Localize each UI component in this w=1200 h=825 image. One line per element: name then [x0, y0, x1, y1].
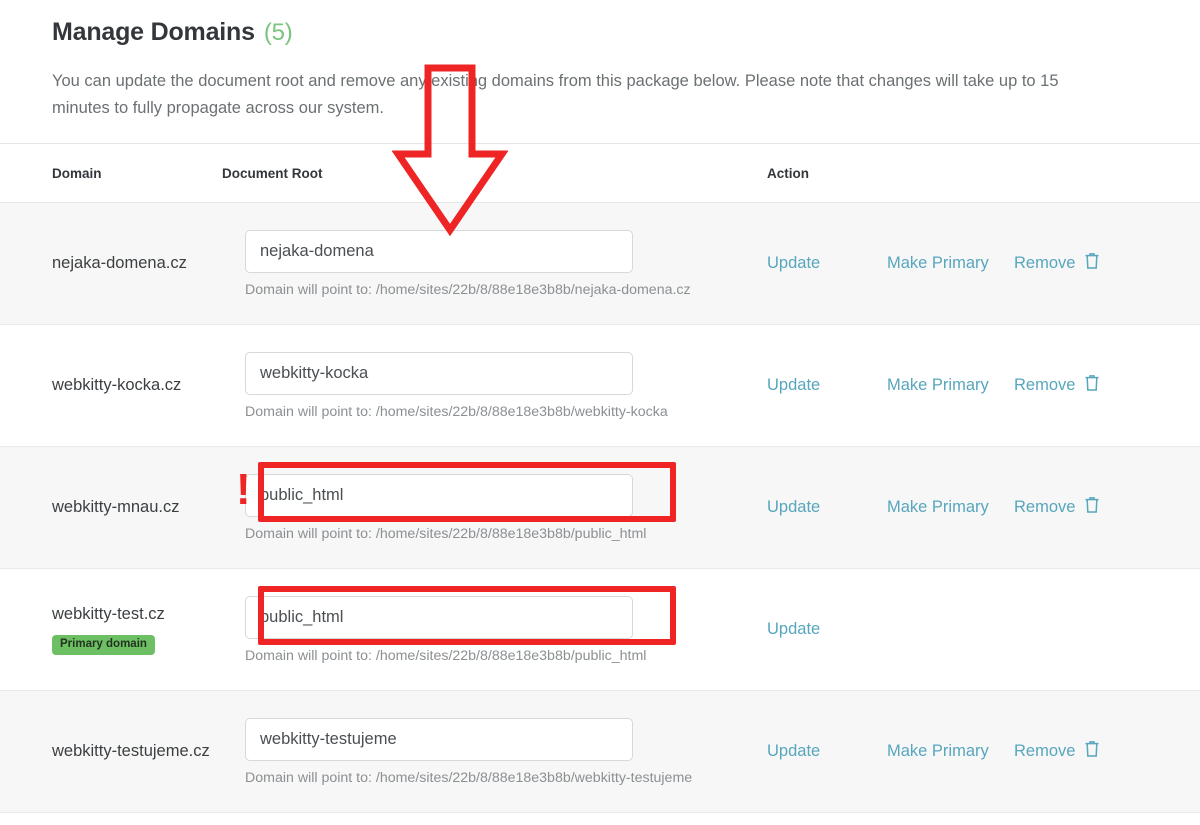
document-root-hint: Domain will point to: /home/sites/22b/8/… — [245, 769, 693, 786]
action-cell: Update Make Primary Remove — [767, 496, 1148, 519]
intro-text: You can update the document root and rem… — [52, 72, 1059, 117]
document-root-input[interactable] — [245, 473, 633, 517]
domain-cell: webkitty-kocka.cz — [0, 376, 222, 395]
make-primary-link[interactable]: Make Primary — [887, 254, 1014, 273]
document-root-hint: Domain will point to: /home/sites/22b/8/… — [245, 647, 647, 664]
remove-link-label: Remove — [1014, 254, 1076, 273]
domain-count: (5) — [263, 19, 293, 46]
domain-name: webkitty-mnau.cz — [52, 498, 180, 517]
remove-link[interactable]: Remove — [1014, 374, 1100, 397]
action-cell: Update Make Primary Remove — [767, 252, 1148, 275]
domain-name: webkitty-test.cz — [52, 604, 165, 623]
document-root-input[interactable] — [245, 351, 633, 395]
action-cell: Update Make Primary Remove — [767, 740, 1148, 763]
update-link[interactable]: Update — [767, 498, 887, 517]
domain-cell: nejaka-domena.cz — [0, 254, 222, 273]
column-header-domain: Domain — [52, 165, 102, 181]
domains-table: Domain Document Root Action nejaka-domen… — [0, 143, 1200, 814]
remove-link[interactable]: Remove — [1014, 496, 1100, 519]
make-primary-link[interactable]: Make Primary — [887, 742, 1014, 761]
remove-link-label: Remove — [1014, 498, 1076, 517]
trash-icon — [1084, 252, 1100, 275]
domain-cell: webkitty-test.cz Primary domain — [0, 605, 222, 656]
domain-name: webkitty-kocka.cz — [52, 376, 182, 395]
action-cell: Update Make Primary Remove — [767, 374, 1148, 397]
document-root-input[interactable] — [245, 229, 633, 273]
update-link[interactable]: Update — [767, 620, 887, 639]
document-root-hint: Domain will point to: /home/sites/22b/8/… — [245, 403, 668, 420]
remove-link-label: Remove — [1014, 742, 1076, 761]
domain-name: nejaka-domena.cz — [52, 254, 187, 273]
table-row: webkitty-mnau.cz Domain will point to: /h… — [0, 447, 1200, 570]
table-row: webkitty-testujeme.cz Domain will point t… — [0, 691, 1200, 814]
page-title-text: Manage Domains — [52, 18, 255, 46]
document-root-hint: Domain will point to: /home/sites/22b/8/… — [245, 525, 647, 542]
remove-link-label: Remove — [1014, 376, 1076, 395]
table-row: webkitty-test.cz Primary domain Domain wil… — [0, 569, 1200, 692]
document-root-hint: Domain will point to: /home/sites/22b/8/… — [245, 281, 691, 298]
document-root-input[interactable] — [245, 717, 633, 761]
trash-icon — [1084, 740, 1100, 763]
domain-cell: webkitty-mnau.cz — [0, 498, 222, 517]
document-root-cell: Domain will point to: /home/sites/22b/8/… — [222, 717, 767, 786]
column-header-document-root: Document Root — [222, 165, 323, 181]
make-primary-link[interactable]: Make Primary — [887, 376, 1014, 395]
page-title: Manage Domains (5) — [52, 18, 1148, 47]
table-header-row: Domain Document Root Action — [0, 144, 1200, 204]
action-cell: Update — [767, 620, 1148, 639]
table-row: nejaka-domena.cz Domain will point to: /h… — [0, 203, 1200, 326]
table-body: nejaka-domena.cz Domain will point to: /h… — [0, 203, 1200, 814]
primary-domain-badge: Primary domain — [52, 634, 155, 656]
document-root-cell: Domain will point to: /home/sites/22b/8/… — [222, 473, 767, 542]
document-root-input[interactable] — [245, 595, 633, 639]
table-row: webkitty-kocka.cz Domain will point to: /… — [0, 325, 1200, 448]
document-root-cell: Domain will point to: /home/sites/22b/8/… — [222, 351, 767, 420]
trash-icon — [1084, 496, 1100, 519]
make-primary-link[interactable]: Make Primary — [887, 498, 1014, 517]
update-link[interactable]: Update — [767, 254, 887, 273]
document-root-cell: Domain will point to: /home/sites/22b/8/… — [222, 229, 767, 298]
domain-cell: webkitty-testujeme.cz — [0, 742, 222, 761]
trash-icon — [1084, 374, 1100, 397]
document-root-cell: Domain will point to: /home/sites/22b/8/… — [222, 595, 767, 664]
update-link[interactable]: Update — [767, 376, 887, 395]
header-block: Manage Domains (5) You can update the do… — [0, 0, 1200, 121]
update-link[interactable]: Update — [767, 742, 887, 761]
domain-name: webkitty-testujeme.cz — [52, 742, 210, 761]
remove-link[interactable]: Remove — [1014, 252, 1100, 275]
remove-link[interactable]: Remove — [1014, 740, 1100, 763]
column-header-action: Action — [767, 165, 809, 181]
manage-domains-page: Manage Domains (5) You can update the do… — [0, 0, 1200, 825]
